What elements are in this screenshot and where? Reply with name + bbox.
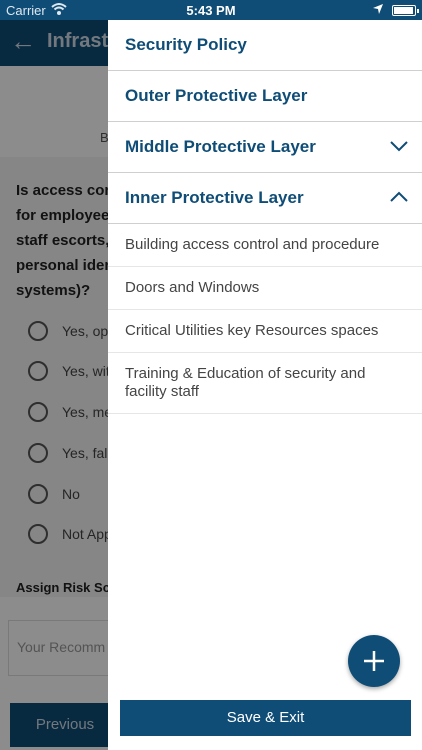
dim-overlay[interactable] xyxy=(0,0,108,750)
section-label: Middle Protective Layer xyxy=(125,137,316,156)
status-time: 5:43 PM xyxy=(186,3,236,18)
section-middle-protective-layer[interactable]: Middle Protective Layer xyxy=(108,122,422,173)
list-item[interactable]: Training & Education of security and fac… xyxy=(108,353,422,414)
navigation-drawer: Security Policy Outer Protective Layer M… xyxy=(108,20,422,750)
section-security-policy[interactable]: Security Policy xyxy=(108,20,422,71)
status-bar: Carrier 5:43 PM xyxy=(0,0,422,20)
save-exit-button[interactable]: Save & Exit xyxy=(120,700,411,736)
section-label: Security Policy xyxy=(125,35,247,54)
chevron-up-icon[interactable] xyxy=(389,190,409,204)
plus-icon xyxy=(364,651,384,671)
chevron-down-icon[interactable] xyxy=(389,139,409,153)
section-inner-protective-layer[interactable]: Inner Protective Layer xyxy=(108,173,422,224)
section-label: Inner Protective Layer xyxy=(125,188,304,207)
list-item[interactable]: Building access control and procedure xyxy=(108,224,422,267)
list-item[interactable]: Doors and Windows xyxy=(108,267,422,310)
battery-icon xyxy=(392,5,419,16)
section-outer-protective-layer[interactable]: Outer Protective Layer xyxy=(108,71,422,122)
list-item[interactable]: Critical Utilities key Resources spaces xyxy=(108,310,422,353)
location-arrow-icon xyxy=(373,4,383,14)
add-button[interactable] xyxy=(348,635,400,687)
section-label: Outer Protective Layer xyxy=(125,86,308,105)
